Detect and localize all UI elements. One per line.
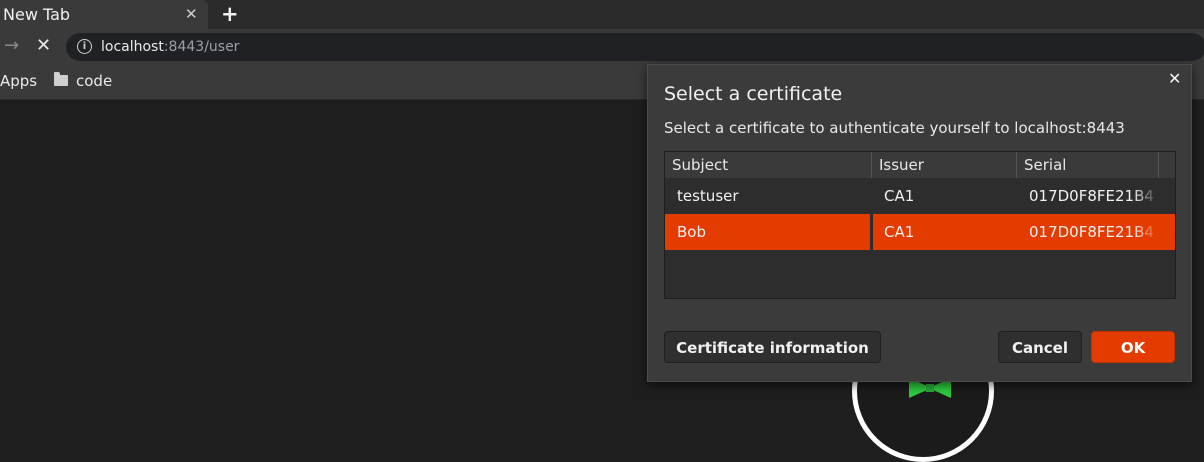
cell-issuer: CA1 [884, 187, 915, 205]
column-header-subject[interactable]: Subject [665, 152, 872, 178]
tab-title: New Tab [3, 5, 71, 24]
toolbar: → ✕ i localhost:8443/user [0, 29, 1204, 63]
stop-loading-icon[interactable]: ✕ [36, 35, 51, 56]
address-bar[interactable]: i localhost:8443/user [66, 33, 1204, 61]
select-certificate-dialog: ✕ Select a certificate Select a certific… [647, 64, 1192, 382]
tab-new-tab[interactable]: New Tab ✕ [0, 0, 208, 29]
column-header-filler [1159, 152, 1175, 178]
cell-issuer: CA1 [884, 223, 915, 241]
table-row[interactable]: testuser CA1 017D0F8FE21B4 [665, 178, 1175, 214]
cell-subject: testuser [677, 187, 739, 205]
cell-subject: Bob [677, 223, 706, 241]
cancel-button[interactable]: Cancel [998, 331, 1082, 363]
column-header-serial[interactable]: Serial [1017, 152, 1159, 178]
certificate-table: Subject Issuer Serial testuser CA1 017D0… [664, 151, 1176, 299]
dialog-subtitle: Select a certificate to authenticate you… [664, 119, 1125, 137]
table-row-selected[interactable]: Bob CA1 017D0F8FE21B4 [665, 214, 1175, 250]
tab-close-icon[interactable]: ✕ [185, 5, 198, 23]
dialog-title: Select a certificate [664, 83, 843, 105]
ok-button[interactable]: OK [1091, 331, 1175, 363]
column-divider [870, 214, 873, 250]
bookmark-code-folder[interactable]: code [76, 72, 112, 90]
bookmark-apps[interactable]: Apps [0, 72, 37, 90]
new-tab-button[interactable]: + [221, 2, 239, 26]
url-host: localhost [101, 39, 164, 55]
column-header-issuer[interactable]: Issuer [872, 152, 1017, 178]
cell-serial: 017D0F8FE21B4 [1029, 187, 1154, 205]
tab-strip: New Tab ✕ + [0, 0, 1204, 29]
close-icon[interactable]: ✕ [1168, 69, 1181, 88]
certificate-information-button[interactable]: Certificate information [664, 331, 881, 363]
url-path: :8443/user [163, 39, 240, 55]
cell-serial: 017D0F8FE21B4 [1029, 223, 1154, 241]
forward-arrow-icon[interactable]: → [4, 35, 19, 56]
folder-icon [54, 72, 68, 86]
url-text[interactable]: localhost:8443/user [101, 39, 239, 55]
info-icon[interactable]: i [77, 39, 92, 54]
